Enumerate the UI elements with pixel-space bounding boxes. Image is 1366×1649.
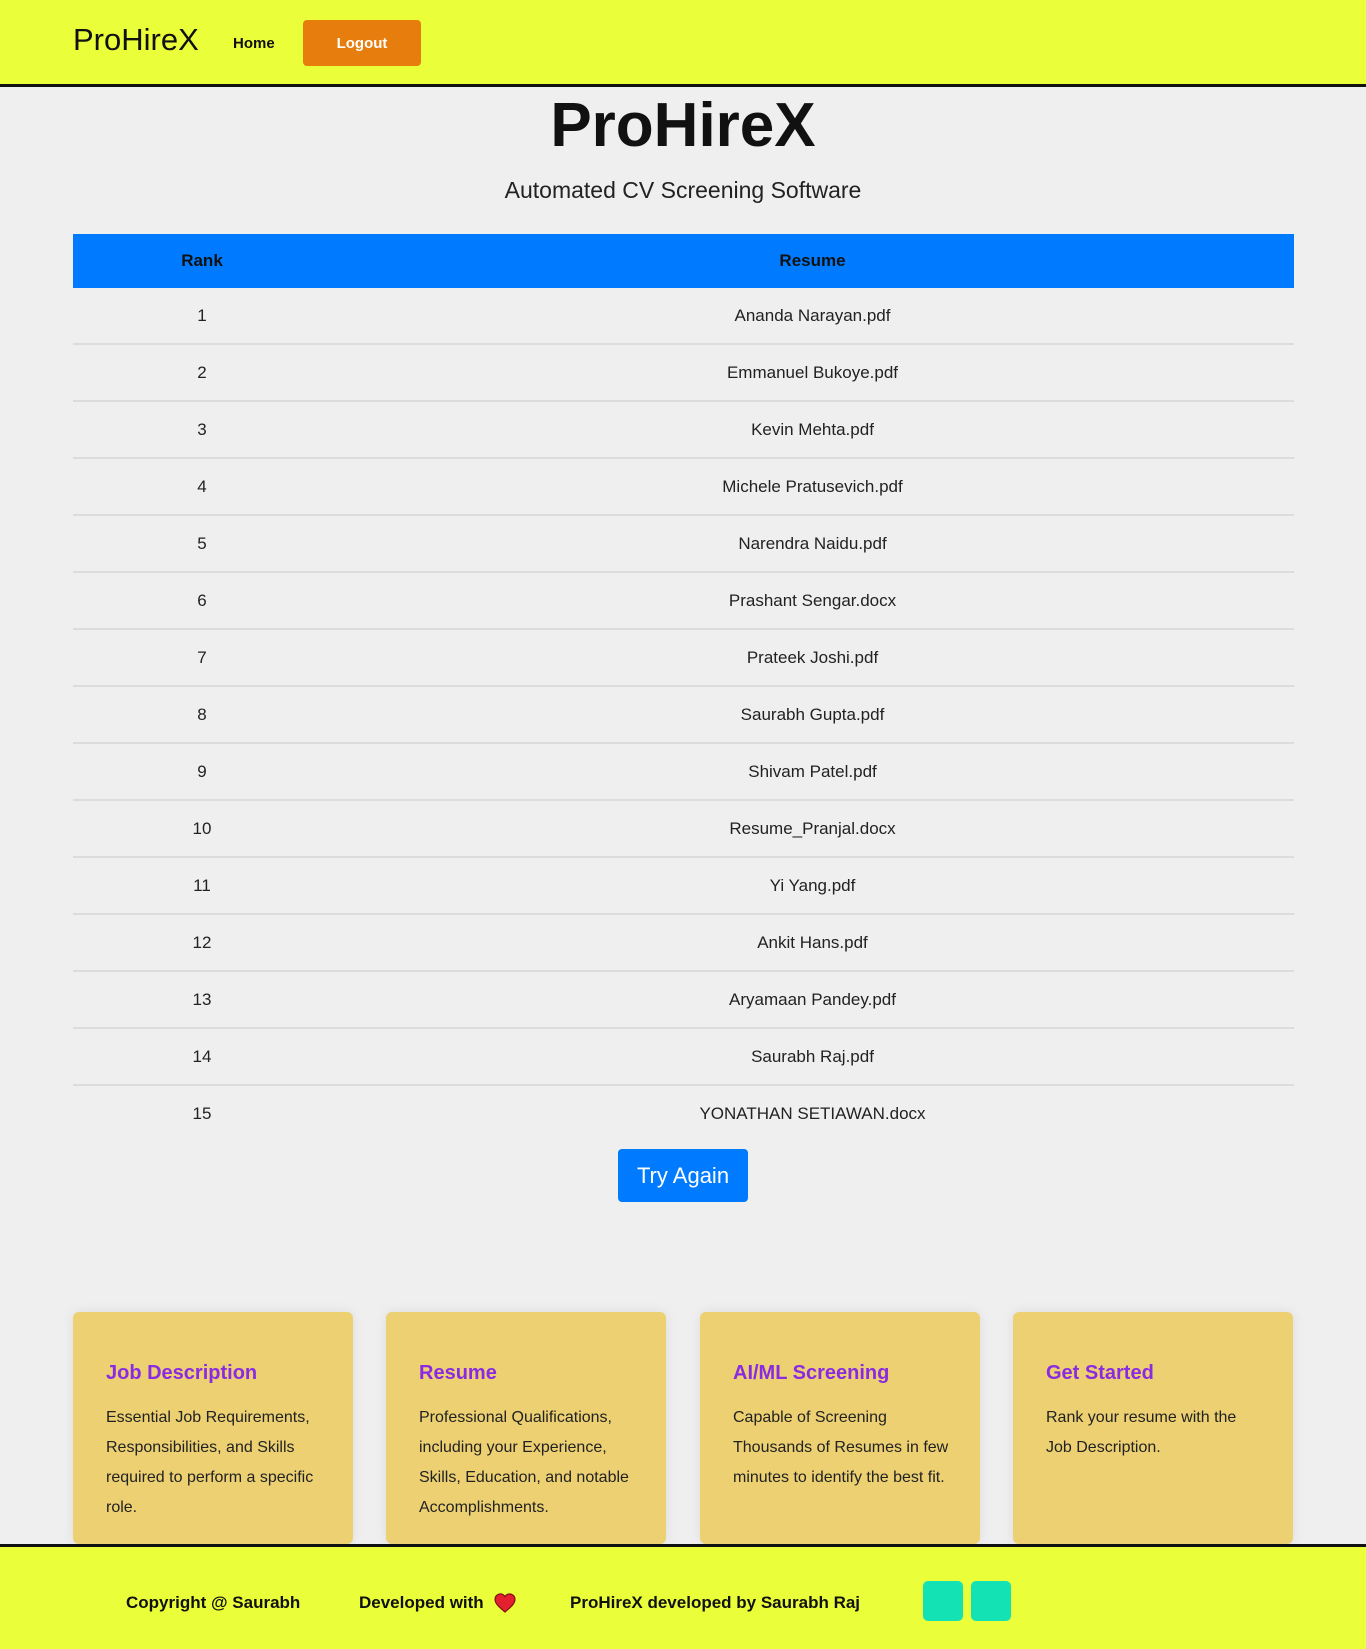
column-header-resume: Resume — [331, 234, 1294, 288]
table-row: 14 Saurabh Raj.pdf — [73, 1028, 1294, 1086]
rank-cell: 5 — [73, 515, 331, 573]
feature-card-get-started: Get Started Rank your resume with the Jo… — [1013, 1312, 1293, 1544]
page-title: ProHireX — [550, 91, 816, 160]
rank-cell: 8 — [73, 686, 331, 744]
copyright-text: Copyright @ Saurabh — [126, 1593, 301, 1612]
rank-cell: 6 — [73, 572, 331, 630]
credit-text: ProHireX developed by Saurabh Raj — [570, 1593, 861, 1612]
rank-cell: 10 — [73, 800, 331, 858]
table-row: 3 Kevin Mehta.pdf — [73, 401, 1294, 459]
resume-cell: YONATHAN SETIAWAN.docx — [699, 1103, 926, 1123]
table-row: 8 Saurabh Gupta.pdf — [73, 686, 1294, 744]
developed-with-text: Developed with — [359, 1593, 484, 1612]
resume-cell: Kevin Mehta.pdf — [331, 401, 1294, 459]
rank-cell: 4 — [73, 458, 331, 516]
social-link-1-icon[interactable] — [923, 1581, 963, 1621]
card-title: Resume — [419, 1362, 497, 1384]
resume-cell: Narendra Naidu.pdf — [331, 515, 1294, 573]
column-header-rank: Rank — [73, 234, 331, 288]
resume-cell: Resume_Pranjal.docx — [331, 800, 1294, 858]
rank-cell: 14 — [73, 1028, 331, 1086]
resume-cell: Saurabh Raj.pdf — [331, 1028, 1294, 1086]
table-row: 12 Ankit Hans.pdf — [73, 914, 1294, 972]
rank-cell: 3 — [73, 401, 331, 459]
table-row: 7 Prateek Joshi.pdf — [73, 629, 1294, 687]
table-body: 1 Ananda Narayan.pdf 2 Emmanuel Bukoye.pdf… — [73, 288, 1294, 1141]
ranking-table-container: Rank Resume 1 Ananda Narayan.pdf 2 Emmanue… — [73, 234, 1294, 1141]
logout-button[interactable]: Logout — [303, 20, 421, 66]
rank-cell: 9 — [73, 743, 331, 801]
footer: Copyright @ Saurabh Developed with ProHi… — [0, 1544, 1366, 1649]
table-row: 2 Emmanuel Bukoye.pdf — [73, 344, 1294, 402]
rank-cell: 15 — [192, 1103, 212, 1123]
page-subtitle: Automated CV Screening Software — [504, 177, 862, 203]
rank-cell: 1 — [73, 288, 331, 345]
ranking-table: Rank Resume 1 Ananda Narayan.pdf 2 Emmanue… — [73, 234, 1294, 1141]
rank-cell: 2 — [73, 344, 331, 402]
feature-card-job-description: Job Description Essential Job Requiremen… — [73, 1312, 353, 1544]
card-text: Capable of Screening Thousands of Resume… — [733, 1409, 949, 1486]
rank-cell: 7 — [73, 629, 331, 687]
resume-cell: Aryamaan Pandey.pdf — [331, 971, 1294, 1029]
top-navbar: ProHireX Home Logout — [0, 0, 1366, 87]
card-text: Essential Job Requirements, Responsibili… — [106, 1409, 314, 1516]
rank-cell: 11 — [73, 857, 331, 915]
card-title: Get Started — [1046, 1362, 1154, 1384]
table-row: 15 YONATHAN SETIAWAN.docx — [73, 1085, 1294, 1141]
card-text: Rank your resume with the Job Descriptio… — [1046, 1409, 1237, 1456]
resume-cell: Ankit Hans.pdf — [331, 914, 1294, 972]
rank-cell: 13 — [73, 971, 331, 1029]
resume-cell: Shivam Patel.pdf — [331, 743, 1294, 801]
table-row: 10 Resume_Pranjal.docx — [73, 800, 1294, 858]
resume-cell: Emmanuel Bukoye.pdf — [331, 344, 1294, 402]
table-row: 9 Shivam Patel.pdf — [73, 743, 1294, 801]
resume-cell: Ananda Narayan.pdf — [331, 288, 1294, 345]
table-row: 5 Narendra Naidu.pdf — [73, 515, 1294, 573]
resume-cell: Prateek Joshi.pdf — [331, 629, 1294, 687]
table-row: 6 Prashant Sengar.docx — [73, 572, 1294, 630]
card-title: Job Description — [106, 1362, 258, 1384]
table-row: 4 Michele Pratusevich.pdf — [73, 458, 1294, 516]
resume-cell: Prashant Sengar.docx — [331, 572, 1294, 630]
table-row: 1 Ananda Narayan.pdf — [73, 288, 1294, 345]
resume-cell: Michele Pratusevich.pdf — [331, 458, 1294, 516]
table-row: 11 Yi Yang.pdf — [73, 857, 1294, 915]
resume-cell: Yi Yang.pdf — [331, 857, 1294, 915]
brand-logo[interactable]: ProHireX — [73, 22, 199, 58]
try-again-button[interactable]: Try Again — [618, 1149, 748, 1202]
social-link-2-icon[interactable] — [971, 1581, 1011, 1621]
table-row: 13 Aryamaan Pandey.pdf — [73, 971, 1294, 1029]
nav-home-link[interactable]: Home — [233, 35, 275, 52]
rank-cell: 12 — [73, 914, 331, 972]
feature-card-resume: Resume Professional Qualifications, incl… — [386, 1312, 666, 1544]
resume-cell: Saurabh Gupta.pdf — [331, 686, 1294, 744]
table-header-row: Rank Resume — [73, 234, 1294, 288]
heart-icon — [494, 1593, 516, 1613]
card-title: AI/ML Screening — [733, 1362, 890, 1384]
card-text: Professional Qualifications, including y… — [419, 1409, 629, 1516]
feature-card-ai-ml-screening: AI/ML Screening Capable of Screening Tho… — [700, 1312, 980, 1544]
